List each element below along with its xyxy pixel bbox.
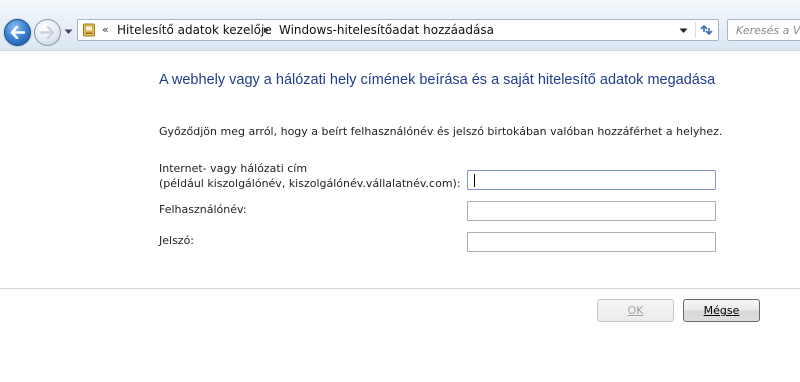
address-label-example: (például kiszolgálónév, kiszolgálónév.vá… bbox=[159, 177, 461, 190]
ok-button[interactable]: OK bbox=[597, 299, 674, 322]
breadcrumb-separator[interactable]: ▸ bbox=[264, 23, 270, 36]
control-panel-folder-icon bbox=[83, 23, 95, 37]
password-label: Jelszó: bbox=[159, 234, 195, 247]
text-cursor bbox=[474, 174, 475, 187]
forward-button[interactable] bbox=[34, 19, 61, 46]
chevron-down-icon bbox=[679, 28, 688, 33]
page-description: Győződjön meg arról, hogy a beírt felhas… bbox=[159, 125, 723, 138]
recent-pages-button[interactable] bbox=[63, 27, 73, 37]
address-bar[interactable]: « Hitelesítő adatok kezelője ▸ Windows-h… bbox=[77, 19, 719, 41]
breadcrumb-credential-manager[interactable]: Hitelesítő adatok kezelője bbox=[117, 23, 272, 37]
refresh-icon bbox=[700, 25, 713, 35]
navigation-bar: « Hitelesítő adatok kezelője ▸ Windows-h… bbox=[0, 0, 800, 51]
ok-button-label: OK bbox=[627, 304, 644, 317]
address-label: Internet- vagy hálózati cím bbox=[159, 162, 308, 175]
forward-arrow-icon bbox=[40, 26, 55, 39]
username-input[interactable] bbox=[467, 201, 716, 221]
chevron-down-icon bbox=[64, 29, 72, 34]
refresh-button[interactable] bbox=[695, 22, 716, 38]
page-title: A webhely vagy a hálózati hely címének b… bbox=[159, 72, 716, 88]
password-input[interactable] bbox=[467, 232, 716, 252]
address-history-button[interactable] bbox=[679, 26, 688, 35]
search-input[interactable]: Keresés a Ve bbox=[727, 19, 800, 41]
back-arrow-icon bbox=[10, 26, 25, 39]
address-input[interactable] bbox=[467, 170, 716, 190]
back-button[interactable] bbox=[4, 19, 31, 46]
cancel-button-label: Mégse bbox=[703, 304, 740, 317]
username-label: Felhasználónév: bbox=[159, 203, 247, 216]
cancel-button[interactable]: Mégse bbox=[683, 299, 760, 322]
divider bbox=[0, 288, 800, 289]
breadcrumb-overflow[interactable]: « bbox=[102, 23, 109, 36]
breadcrumb-add-windows-credential[interactable]: Windows-hitelesítőadat hozzáadása bbox=[279, 23, 494, 37]
